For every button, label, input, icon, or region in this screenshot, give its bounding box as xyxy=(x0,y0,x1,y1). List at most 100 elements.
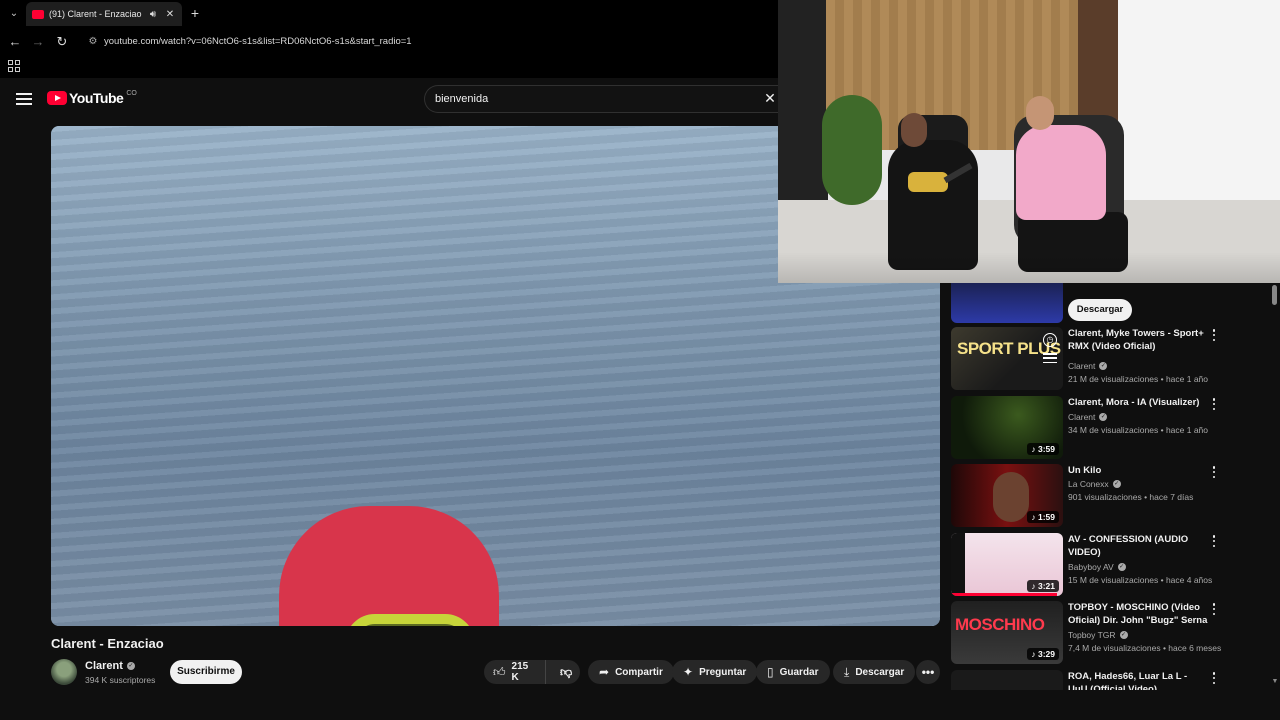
verified-icon: ✓ xyxy=(126,662,135,670)
site-info-icon[interactable]: ⚙︎ xyxy=(86,35,100,49)
video-thumbnail[interactable]: MOSCHINO ♪ 3:29 xyxy=(951,601,1063,664)
download-button[interactable]: ⤓ Descargar xyxy=(833,660,916,684)
video-title[interactable]: AV - CONFESSION (AUDIO VIDEO) xyxy=(1068,533,1208,559)
list-item[interactable]: ♪ 3:59 Clarent, Mora - IA (Visualizer) C… xyxy=(951,396,1271,460)
duration: 3:21 xyxy=(1037,581,1055,591)
duration: 1:59 xyxy=(1037,512,1055,522)
channel-name-text: Babyboy AV xyxy=(1068,562,1114,572)
verified-icon: ✓ xyxy=(1099,413,1108,421)
thumbnail-dark-strip xyxy=(951,533,965,596)
thumbnail-figure xyxy=(993,472,1029,522)
video-title[interactable]: Clarent, Mora - IA (Visualizer) xyxy=(1068,396,1208,409)
channel-name-text: La Conexx xyxy=(1068,479,1109,489)
video-title[interactable]: Clarent, Myke Towers - Sport+ RMX (Video… xyxy=(1068,327,1208,353)
pip-person-left xyxy=(888,140,978,270)
duration-badge: ♪ 3:59 xyxy=(1027,443,1059,455)
list-item[interactable]: ♪ 3:21 AV - CONFESSION (AUDIO VIDEO) Bab… xyxy=(951,533,1271,597)
channel-name-text: Clarent xyxy=(1068,361,1096,371)
more-vertical-icon[interactable] xyxy=(1209,466,1219,478)
save-label: Guardar xyxy=(779,666,819,678)
like-dislike-group: 👍︎ 215 K 👎︎ xyxy=(484,660,580,684)
tab-list-chevron-icon[interactable]: ⌄ xyxy=(7,7,21,21)
more-vertical-icon[interactable] xyxy=(1209,603,1219,615)
close-tab-icon[interactable]: ✕ xyxy=(164,9,176,20)
reload-icon[interactable]: ↻ xyxy=(54,34,70,50)
more-vertical-icon[interactable] xyxy=(1209,672,1219,684)
speaker-icon[interactable]: 🔊︎ xyxy=(147,9,159,20)
list-item[interactable]: MOSCHINO ♪ 3:29 TOPBOY - MOSCHINO (Video… xyxy=(951,601,1271,665)
channel-name-text: Clarent xyxy=(85,660,123,672)
video-meta: 15 M de visualizaciones • hace 4 años xyxy=(1068,575,1213,585)
pip-person-right xyxy=(1016,125,1106,220)
watch-progress-bar xyxy=(951,593,1058,596)
search-input[interactable]: bienvenida xyxy=(424,85,784,113)
partial-video-thumbnail[interactable] xyxy=(951,283,1063,323)
share-label: Compartir xyxy=(615,666,663,678)
clock-icon[interactable]: ◷ xyxy=(1043,333,1057,347)
subscribe-button[interactable]: Suscribirme xyxy=(170,660,242,684)
share-arrow-icon: ➦ xyxy=(599,665,610,679)
forward-arrow-icon[interactable]: → xyxy=(30,34,46,50)
scrollbar-thumb[interactable] xyxy=(1272,285,1277,305)
ask-label: Preguntar xyxy=(699,666,747,678)
save-button[interactable]: ▯ Guardar xyxy=(756,660,830,684)
scroll-down-arrow-icon[interactable]: ▼ xyxy=(1270,678,1280,688)
list-item[interactable]: ROA, Hades66, Luar La L - UuU (Official … xyxy=(951,670,1271,690)
verified-icon: ✓ xyxy=(1112,480,1121,488)
new-tab-icon[interactable]: + xyxy=(188,5,202,21)
video-title[interactable]: Un Kilo xyxy=(1068,464,1208,477)
close-icon[interactable]: ✕ xyxy=(762,90,778,106)
channel-name-text: Topboy TGR xyxy=(1068,630,1116,640)
dislike-button[interactable]: 👎︎ xyxy=(552,665,580,680)
video-title[interactable]: ROA, Hades66, Luar La L - UuU (Official … xyxy=(1068,670,1208,690)
mini-player-video[interactable] xyxy=(778,0,1280,283)
channel-name-text: Clarent xyxy=(1068,412,1096,422)
video-thumbnail[interactable]: ♪ 3:59 xyxy=(951,396,1063,459)
sidebar-download-button[interactable]: Descargar xyxy=(1068,299,1132,321)
channel-name[interactable]: Clarent ✓ xyxy=(1068,361,1108,371)
video-title[interactable]: TOPBOY - MOSCHINO (Video Oficial) Dir. J… xyxy=(1068,601,1208,627)
channel-name[interactable]: La Conexx ✓ xyxy=(1068,479,1121,489)
duration: 3:59 xyxy=(1037,444,1055,454)
thumbnail-text: MOSCHINO xyxy=(955,615,1045,634)
sidebar-scrollbar[interactable] xyxy=(1270,283,1280,690)
duration-badge: ♪ 3:29 xyxy=(1027,648,1059,660)
back-arrow-icon[interactable]: ← xyxy=(7,34,23,50)
add-to-queue-icon[interactable] xyxy=(1043,353,1057,363)
more-vertical-icon[interactable] xyxy=(1209,535,1219,547)
youtube-play-icon xyxy=(47,91,67,105)
avatar[interactable] xyxy=(51,659,77,685)
ask-button[interactable]: ✦ Preguntar xyxy=(672,660,758,684)
more-vertical-icon[interactable] xyxy=(1209,398,1219,410)
download-label: Descargar xyxy=(855,666,905,678)
more-horizontal-icon[interactable]: ••• xyxy=(916,660,940,684)
channel-name[interactable]: Clarent ✓ xyxy=(85,660,135,672)
video-thumbnail[interactable] xyxy=(951,670,1063,690)
verified-icon: ✓ xyxy=(1117,563,1126,571)
search-value: bienvenida xyxy=(435,93,489,105)
thumbs-up-icon: 👍︎ xyxy=(493,664,506,679)
share-button[interactable]: ➦ Compartir xyxy=(588,660,674,684)
download-icon: ⤓ xyxy=(844,664,850,679)
list-item[interactable]: ♪ 1:59 Un Kilo La Conexx ✓ 901 visualiza… xyxy=(951,464,1271,528)
like-count: 215 K xyxy=(511,661,529,683)
channel-name[interactable]: Babyboy AV ✓ xyxy=(1068,562,1126,572)
video-thumbnail[interactable]: ♪ 1:59 xyxy=(951,464,1063,527)
apps-grid-icon[interactable] xyxy=(8,60,20,72)
video-thumbnail[interactable]: SPORT PLUS ◷ xyxy=(951,327,1063,390)
video-meta: 34 M de visualizaciones • hace 1 año xyxy=(1068,425,1209,435)
subscriber-count: 394 K suscriptores xyxy=(85,675,156,685)
hamburger-icon[interactable] xyxy=(16,93,32,105)
channel-name[interactable]: Topboy TGR ✓ xyxy=(1068,630,1128,640)
url-field[interactable]: youtube.com/watch?v=06NctO6-s1s&list=RD0… xyxy=(104,36,412,47)
browser-tab[interactable]: (91) Clarent - Enzaciao - Yo 🔊︎ ✕ xyxy=(26,2,182,26)
list-item[interactable]: SPORT PLUS ◷ Clarent, Myke Towers - Spor… xyxy=(951,327,1271,391)
like-button[interactable]: 👍︎ 215 K xyxy=(484,660,547,684)
duration: 3:29 xyxy=(1037,649,1055,659)
more-vertical-icon[interactable] xyxy=(1209,329,1219,341)
video-figure-goggles xyxy=(345,614,475,626)
channel-name[interactable]: Clarent ✓ xyxy=(1068,412,1108,422)
youtube-logo[interactable]: YouTube CO xyxy=(47,90,137,106)
video-thumbnail[interactable]: ♪ 3:21 xyxy=(951,533,1063,596)
verified-icon: ✓ xyxy=(1099,362,1108,370)
